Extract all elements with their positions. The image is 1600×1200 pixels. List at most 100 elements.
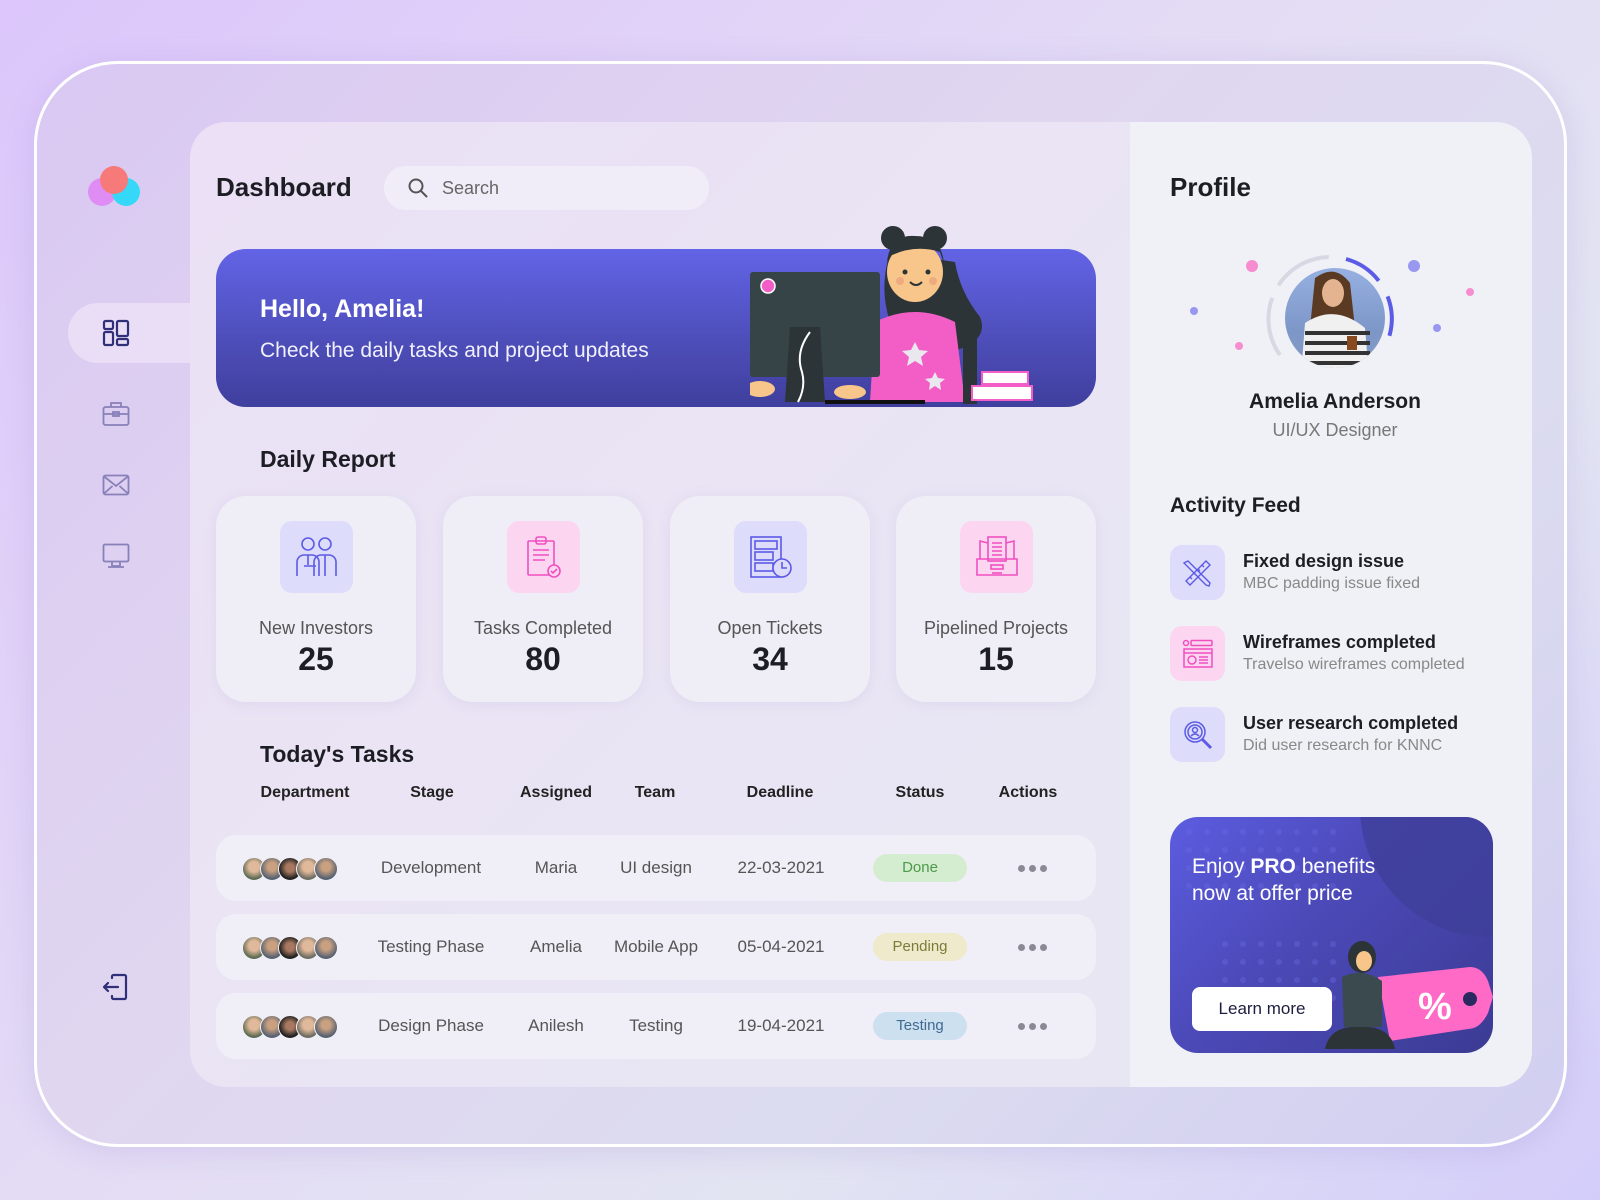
pro-offer-card: Enjoy PRO benefits now at offer price % … <box>1170 817 1493 1053</box>
projects-icon-box <box>960 521 1033 593</box>
avatar <box>314 1015 338 1039</box>
stat-value: 34 <box>752 641 788 677</box>
avatar-photo <box>1285 268 1385 368</box>
status-badge: Done <box>873 854 967 882</box>
status-badge: Pending <box>873 933 967 961</box>
stat-label: New Investors <box>258 618 374 638</box>
promo-text: Enjoy PRO benefits now at offer price <box>1192 855 1376 905</box>
search-input[interactable] <box>442 177 682 199</box>
profile-role: UI/UX Designer <box>1272 420 1398 440</box>
user-search-icon <box>1183 720 1212 749</box>
column-header-assigned[interactable]: Assigned <box>506 784 606 802</box>
department-avatars <box>242 857 342 881</box>
row-actions-button[interactable] <box>1012 855 1052 881</box>
assigned-cell: Anilesh <box>528 1016 584 1035</box>
daily-report-title: Daily Report <box>260 446 396 472</box>
more-icon <box>1017 1022 1025 1030</box>
column-header-stage[interactable]: Stage <box>382 784 482 802</box>
stage-cell: Development <box>380 858 482 877</box>
learn-more-button[interactable]: Learn more <box>1192 987 1332 1031</box>
stat-card-pipelined-projects[interactable]: Pipelined Projects 15 <box>896 496 1096 702</box>
activity-item[interactable]: Wireframes completed Travelso wireframes… <box>1170 626 1510 682</box>
todays-tasks-title: Today's Tasks <box>260 741 415 767</box>
assigned-cell: Amelia <box>530 937 582 956</box>
logout-icon <box>102 973 128 1001</box>
working-woman-illustration <box>750 226 1033 404</box>
search-bar[interactable] <box>384 166 709 210</box>
percent-glyph: % <box>1418 986 1452 1028</box>
sidebar-item-messages[interactable] <box>101 470 131 500</box>
department-avatars <box>242 1015 342 1039</box>
stat-card-open-tickets[interactable]: Open Tickets 34 <box>670 496 870 702</box>
activity-item[interactable]: User research completed Did user researc… <box>1170 707 1510 763</box>
grid-icon <box>102 319 130 347</box>
column-header-team[interactable]: Team <box>605 784 705 802</box>
inbox-tray-icon <box>975 536 1018 576</box>
column-header-actions[interactable]: Actions <box>978 784 1078 802</box>
search-icon <box>408 178 428 198</box>
deadline-cell: 22-03-2021 <box>737 858 825 877</box>
page-title: Dashboard <box>216 172 352 202</box>
team-cell: UI design <box>620 858 692 877</box>
monitor-icon <box>102 543 130 568</box>
avatar <box>314 936 338 960</box>
investors-icon <box>295 537 337 576</box>
more-icon <box>1017 943 1025 951</box>
avatar <box>314 857 338 881</box>
stat-value: 25 <box>298 641 334 677</box>
discount-tag-illustration: % <box>1325 941 1493 1049</box>
team-cell: Mobile App <box>613 937 699 956</box>
welcome-subtitle: Check the daily tasks and project update… <box>260 339 649 362</box>
activity-icon-box <box>1170 626 1225 681</box>
column-header-department[interactable]: Department <box>250 784 360 802</box>
stat-value: 80 <box>525 641 561 677</box>
activity-icon-box <box>1170 545 1225 600</box>
table-row[interactable]: Design Phase Anilesh Testing 19-04-2021 … <box>216 993 1096 1059</box>
sidebar-item-projects[interactable] <box>101 399 131 429</box>
row-actions-button[interactable] <box>1012 934 1052 960</box>
activity-subtitle: Travelso wireframes completed <box>1243 656 1465 673</box>
tickets-clock-icon <box>749 536 792 578</box>
activity-feed-title: Activity Feed <box>1170 494 1301 517</box>
tasks-icon-box <box>507 521 580 593</box>
activity-item[interactable]: Fixed design issue MBC padding issue fix… <box>1170 545 1510 601</box>
row-actions-button[interactable] <box>1012 1013 1052 1039</box>
table-row[interactable]: Testing Phase Amelia Mobile App 05-04-20… <box>216 914 1096 980</box>
logout-button[interactable] <box>101 972 131 1002</box>
stat-value: 15 <box>978 641 1014 677</box>
stat-label: Open Tickets <box>717 618 823 638</box>
column-header-status[interactable]: Status <box>870 784 970 802</box>
activity-subtitle: Did user research for KNNC <box>1243 737 1443 754</box>
stat-card-tasks-completed[interactable]: Tasks Completed 80 <box>443 496 643 702</box>
department-avatars <box>242 936 342 960</box>
ruler-pencil-icon <box>1182 559 1211 587</box>
more-icon <box>1017 864 1025 872</box>
column-header-deadline[interactable]: Deadline <box>730 784 830 802</box>
clipboard-check-icon <box>526 536 561 578</box>
profile-name: Amelia Anderson <box>1249 390 1421 413</box>
assigned-cell: Maria <box>534 858 578 877</box>
activity-subtitle: MBC padding issue fixed <box>1243 575 1420 592</box>
briefcase-icon <box>102 402 130 426</box>
activity-title: Fixed design issue <box>1243 551 1405 571</box>
sidebar-item-dashboard[interactable] <box>101 318 131 348</box>
profile-avatar[interactable] <box>1265 248 1405 388</box>
app-logo <box>86 164 146 214</box>
stat-card-new-investors[interactable]: New Investors 25 <box>216 496 416 702</box>
table-row[interactable]: Development Maria UI design 22-03-2021 D… <box>216 835 1096 901</box>
deadline-cell: 19-04-2021 <box>737 1016 825 1035</box>
sidebar-active-highlight <box>68 303 198 363</box>
activity-icon-box <box>1170 707 1225 762</box>
profile-title: Profile <box>1170 172 1251 202</box>
stat-label: Pipelined Projects <box>923 618 1069 638</box>
stat-label: Tasks Completed <box>473 618 613 638</box>
status-badge: Testing <box>873 1012 967 1040</box>
welcome-greeting: Hello, Amelia! <box>260 295 425 323</box>
deadline-cell: 05-04-2021 <box>737 937 825 956</box>
activity-title: Wireframes completed <box>1243 632 1436 652</box>
wireframe-icon <box>1182 639 1213 668</box>
activity-title: User research completed <box>1243 713 1459 733</box>
tickets-icon-box <box>734 521 807 593</box>
stage-cell: Testing Phase <box>377 937 485 956</box>
sidebar-item-monitor[interactable] <box>101 541 131 571</box>
